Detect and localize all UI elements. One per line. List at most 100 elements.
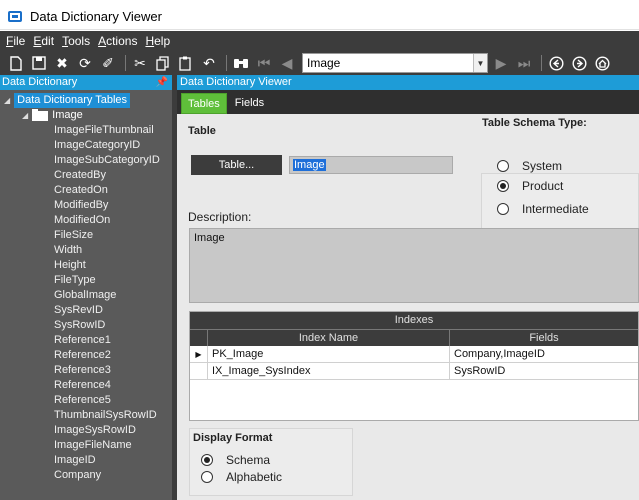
indexes-grid: Indexes Index Name Fields ▶ PK_Image Com…	[189, 311, 639, 421]
schema-option-system[interactable]: System	[497, 159, 562, 173]
forward-icon[interactable]	[569, 53, 589, 73]
previous-record-icon[interactable]: ◀	[277, 53, 297, 73]
panel-title: Data Dictionary	[2, 76, 78, 88]
home-icon[interactable]	[592, 53, 612, 73]
last-record-icon[interactable]: ⏭	[514, 53, 534, 73]
tree-field-item[interactable]: ModifiedBy	[0, 198, 172, 213]
tree-field-item[interactable]: ImageSubCategoryID	[0, 153, 172, 168]
column-header-index-name[interactable]: Index Name	[208, 330, 450, 346]
window-title: Data Dictionary Viewer	[30, 9, 162, 24]
current-row-icon: ▶	[190, 346, 208, 362]
radio-schema[interactable]	[201, 454, 213, 466]
tree-field-item[interactable]: CreatedOn	[0, 183, 172, 198]
tab-tables[interactable]: Tables	[181, 93, 227, 114]
tree-field-item[interactable]: Reference2	[0, 348, 172, 363]
schema-type-title: Table Schema Type:	[482, 117, 587, 129]
tree-field-item[interactable]: CreatedBy	[0, 168, 172, 183]
tree-field-item[interactable]: SysRevID	[0, 303, 172, 318]
tree-node-root-label: Data Dictionary Tables	[14, 93, 131, 108]
tree-field-item[interactable]: FileType	[0, 273, 172, 288]
clear-icon[interactable]: ✐	[98, 53, 118, 73]
pin-icon[interactable]: 📌	[156, 75, 168, 90]
chevron-down-icon[interactable]: ▼	[473, 54, 487, 72]
table-name-field[interactable]: Image	[289, 156, 453, 174]
tree-field-item[interactable]: Reference5	[0, 393, 172, 408]
back-icon[interactable]	[546, 53, 566, 73]
display-option-schema[interactable]: Schema	[201, 453, 270, 467]
table-row[interactable]: ▶ PK_Image Company,ImageID	[190, 346, 638, 363]
paste-icon[interactable]	[176, 53, 196, 73]
tree-field-item[interactable]: Reference4	[0, 378, 172, 393]
tree-field-item[interactable]: Company	[0, 468, 172, 483]
tree-field-item[interactable]: ImageFileThumbnail	[0, 123, 172, 138]
radio-product-label: Product	[522, 179, 564, 193]
schema-option-product[interactable]: Product	[497, 179, 563, 193]
copy-icon[interactable]	[153, 53, 173, 73]
radio-product[interactable]	[497, 180, 509, 192]
index-name-cell: PK_Image	[208, 346, 450, 362]
row-selector-header	[190, 330, 208, 346]
radio-intermediate-label: Intermediate	[522, 202, 589, 216]
cut-icon[interactable]: ✂	[130, 53, 150, 73]
refresh-icon[interactable]: ⟳	[75, 53, 95, 73]
tree-field-item[interactable]: ImageCategoryID	[0, 138, 172, 153]
delete-icon[interactable]: ✖	[52, 53, 72, 73]
menu-edit[interactable]: Edit	[33, 34, 54, 48]
radio-intermediate[interactable]	[497, 203, 509, 215]
undo-icon[interactable]: ↶	[199, 53, 219, 73]
tree-field-item[interactable]: GlobalImage	[0, 288, 172, 303]
tree-field-item[interactable]: ModifiedOn	[0, 213, 172, 228]
tree-field-item[interactable]: ImageFileName	[0, 438, 172, 453]
table-lookup-button[interactable]: Table...	[191, 155, 282, 175]
tree-field-item[interactable]: ImageSysRowID	[0, 423, 172, 438]
tab-fields[interactable]: Fields	[229, 93, 270, 114]
toolbar-separator	[125, 55, 126, 71]
tree-field-item[interactable]: Width	[0, 243, 172, 258]
radio-schema-label: Schema	[226, 453, 271, 467]
menu-file[interactable]: File	[6, 34, 25, 48]
column-header-fields[interactable]: Fields	[450, 330, 638, 346]
tree-field-item[interactable]: Height	[0, 258, 172, 273]
schema-option-intermediate[interactable]: Intermediate	[497, 202, 589, 216]
table-row[interactable]: IX_Image_SysIndex SysRowID	[190, 363, 638, 380]
title-bar: Data Dictionary Viewer	[0, 4, 639, 30]
tree-node-root[interactable]: ◢ Data Dictionary Tables	[0, 93, 172, 108]
display-option-alphabetic[interactable]: Alphabetic	[201, 470, 282, 484]
tree-field-item[interactable]: FileSize	[0, 228, 172, 243]
expand-triangle-icon[interactable]: ◢	[4, 93, 10, 108]
radio-system[interactable]	[497, 160, 509, 172]
viewer-panel: Data Dictionary Viewer Tables Fields Tab…	[177, 75, 639, 500]
new-icon[interactable]	[6, 53, 26, 73]
tree-field-item[interactable]: Reference1	[0, 333, 172, 348]
toolbar-separator	[226, 55, 227, 71]
index-fields-cell: SysRowID	[454, 365, 506, 377]
toolbar: ✖ ⟳ ✐ ✂ ↶ ⏮ ◀ Image ▼ ▶ ⏭	[0, 51, 639, 75]
menu-bar: File Edit Tools Actions Help	[0, 31, 639, 51]
description-label: Description:	[188, 210, 252, 224]
viewer-panel-header: Data Dictionary Viewer	[177, 75, 639, 90]
dictionary-tree: ◢ Data Dictionary Tables ◢ Image ImageFi…	[0, 90, 172, 483]
tree-field-item[interactable]: ThumbnailSysRowID	[0, 408, 172, 423]
table-selector-value: Image	[307, 56, 341, 70]
menu-actions[interactable]: Actions	[98, 34, 137, 48]
menu-tools[interactable]: Tools	[62, 34, 90, 48]
tree-node-table[interactable]: ◢ Image	[0, 108, 172, 123]
index-name-cell: IX_Image_SysIndex	[208, 363, 450, 379]
find-icon[interactable]	[231, 53, 251, 73]
table-selector[interactable]: Image ▼	[302, 53, 488, 73]
indexes-caption: Indexes	[190, 312, 638, 329]
first-record-icon[interactable]: ⏮	[254, 53, 274, 73]
tree-field-item[interactable]: Reference3	[0, 363, 172, 378]
tree-field-item[interactable]: ImageID	[0, 453, 172, 468]
radio-alphabetic[interactable]	[201, 471, 213, 483]
description-field[interactable]: Image	[189, 228, 639, 303]
expand-triangle-icon[interactable]: ◢	[22, 108, 28, 123]
data-dictionary-panel: Data Dictionary 📌 ◢ Data Dictionary Tabl…	[0, 75, 172, 500]
next-record-icon[interactable]: ▶	[491, 53, 511, 73]
table-name-value: Image	[293, 159, 326, 171]
tab-bar: Tables Fields	[177, 90, 639, 114]
menu-help[interactable]: Help	[145, 34, 170, 48]
save-icon[interactable]	[29, 53, 49, 73]
tree-field-item[interactable]: SysRowID	[0, 318, 172, 333]
table-section-title: Table	[188, 125, 216, 137]
